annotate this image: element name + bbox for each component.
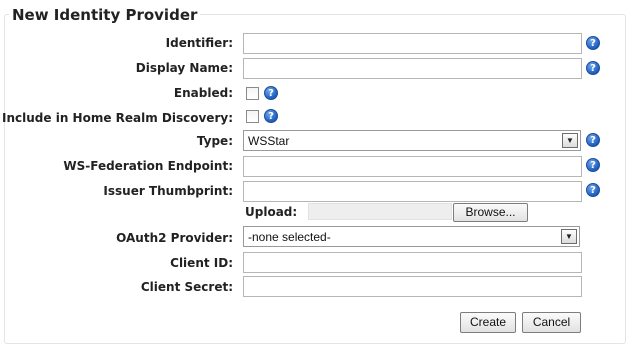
help-icon[interactable]: ? [586, 61, 600, 75]
oauth2-provider-label: OAuth2 Provider: [116, 231, 233, 245]
browse-button[interactable]: Browse... [453, 203, 528, 222]
form-title: New Identity Provider [9, 6, 201, 24]
type-select[interactable]: WSStar ▼ [243, 130, 581, 151]
help-icon[interactable]: ? [586, 133, 600, 147]
client-secret-input[interactable] [243, 276, 582, 297]
help-icon[interactable]: ? [264, 109, 278, 123]
display-name-label: Display Name: [135, 61, 233, 75]
display-name-input[interactable] [243, 58, 582, 79]
help-icon[interactable]: ? [586, 158, 600, 172]
upload-path-field[interactable] [308, 203, 452, 220]
home-realm-checkbox[interactable] [246, 110, 259, 123]
ws-fed-endpoint-input[interactable] [243, 156, 582, 177]
issuer-thumbprint-label: Issuer Thumbprint: [103, 184, 233, 198]
type-label: Type: [196, 134, 233, 148]
oauth2-provider-value: -none selected- [248, 230, 331, 244]
upload-label: Upload: [245, 205, 298, 219]
identifier-input[interactable] [243, 33, 582, 54]
client-secret-label: Client Secret: [140, 280, 233, 294]
enabled-checkbox[interactable] [246, 87, 259, 100]
chevron-down-icon[interactable]: ▼ [562, 133, 578, 148]
help-icon[interactable]: ? [264, 86, 278, 100]
issuer-thumbprint-input[interactable] [243, 181, 582, 202]
enabled-label: Enabled: [173, 86, 233, 100]
identifier-label: Identifier: [165, 36, 233, 50]
type-select-value: WSStar [248, 134, 290, 148]
ws-fed-endpoint-label: WS-Federation Endpoint: [63, 159, 233, 173]
chevron-down-icon[interactable]: ▼ [561, 229, 577, 244]
help-icon[interactable]: ? [586, 183, 600, 197]
oauth2-provider-select[interactable]: -none selected- ▼ [243, 226, 580, 247]
client-id-input[interactable] [243, 252, 582, 273]
home-realm-label: Include in Home Realm Discovery: [2, 111, 233, 125]
create-button[interactable]: Create [460, 312, 516, 333]
client-id-label: Client ID: [170, 256, 233, 270]
help-icon[interactable]: ? [586, 36, 600, 50]
cancel-button[interactable]: Cancel [522, 312, 581, 333]
